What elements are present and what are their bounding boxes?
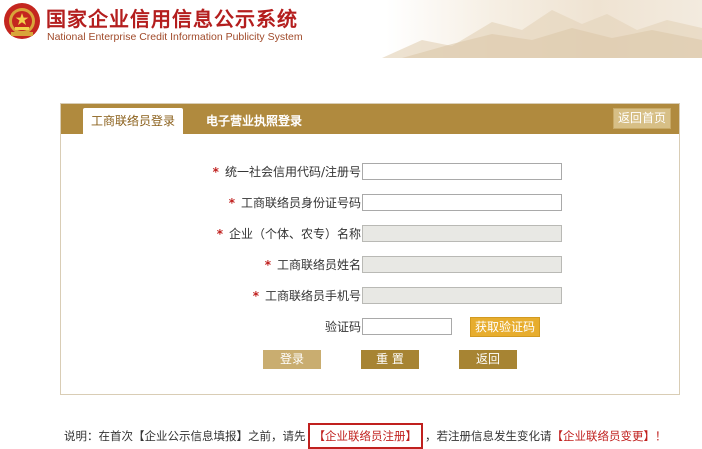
- required-star: *: [216, 227, 223, 241]
- tab-bar: 工商联络员登录 电子营业执照登录 返回首页: [61, 104, 679, 134]
- back-button[interactable]: 返回: [459, 350, 517, 369]
- change-link[interactable]: 【企业联络员变更】: [552, 429, 656, 443]
- form-row-liaison-name: * 工商联络员姓名: [61, 255, 679, 275]
- back-home-button[interactable]: 返回首页: [612, 108, 671, 129]
- notice-text: 说明：在首次【企业公示信息填报】之前，请先 【企业联络员注册】 ，若注册信息发生变化…: [64, 423, 667, 449]
- mountain-background-icon: [382, 10, 702, 58]
- form-row-captcha: 验证码 获取验证码: [61, 317, 679, 337]
- enterprise-name-label: * 企业（个体、农专）名称: [216, 227, 361, 241]
- required-star: *: [264, 258, 271, 272]
- get-captcha-button[interactable]: 获取验证码: [470, 317, 541, 337]
- login-panel: 工商联络员登录 电子营业执照登录 返回首页 * 统一社会信用代码/注册号 * 工商联…: [60, 103, 680, 395]
- tab-e-license-login[interactable]: 电子营业执照登录: [199, 108, 309, 134]
- required-star: *: [252, 289, 259, 303]
- liaison-name-label: * 工商联络员姓名: [264, 258, 361, 272]
- captcha-label: 验证码: [324, 320, 361, 334]
- notice-part1: 说明：在首次【企业公示信息填报】之前，请先: [64, 429, 306, 443]
- required-star: *: [212, 165, 219, 179]
- register-link[interactable]: 【企业联络员注册】: [307, 423, 423, 449]
- notice-part3: ！: [655, 429, 667, 443]
- site-header: 国家企业信用信息公示系统 National Enterprise Credit …: [0, 0, 702, 58]
- reset-button[interactable]: 重 置: [361, 350, 419, 369]
- credit-code-label: * 统一社会信用代码/注册号: [212, 165, 361, 179]
- id-number-input[interactable]: [362, 194, 562, 211]
- captcha-input[interactable]: [362, 318, 452, 335]
- login-button[interactable]: 登录: [263, 350, 321, 369]
- enterprise-name-input: [362, 225, 562, 242]
- notice-part2: ，若注册信息发生变化请: [425, 429, 552, 443]
- credit-code-input[interactable]: [362, 163, 562, 180]
- tab-liaison-login[interactable]: 工商联络员登录: [83, 108, 183, 134]
- id-number-label: * 工商联络员身份证号码: [228, 196, 361, 210]
- site-subtitle: National Enterprise Credit Information P…: [47, 31, 303, 43]
- form-row-liaison-phone: * 工商联络员手机号: [61, 286, 679, 306]
- national-emblem-icon: [4, 3, 40, 39]
- form-row-enterprise-name: * 企业（个体、农专）名称: [61, 224, 679, 244]
- site-title: 国家企业信用信息公示系统: [46, 7, 298, 31]
- liaison-name-input: [362, 256, 562, 273]
- liaison-phone-label: * 工商联络员手机号: [252, 289, 361, 303]
- required-star: *: [228, 196, 235, 210]
- form-row-id-number: * 工商联络员身份证号码: [61, 193, 679, 213]
- liaison-phone-input: [362, 287, 562, 304]
- form-row-credit-code: * 统一社会信用代码/注册号: [61, 162, 679, 182]
